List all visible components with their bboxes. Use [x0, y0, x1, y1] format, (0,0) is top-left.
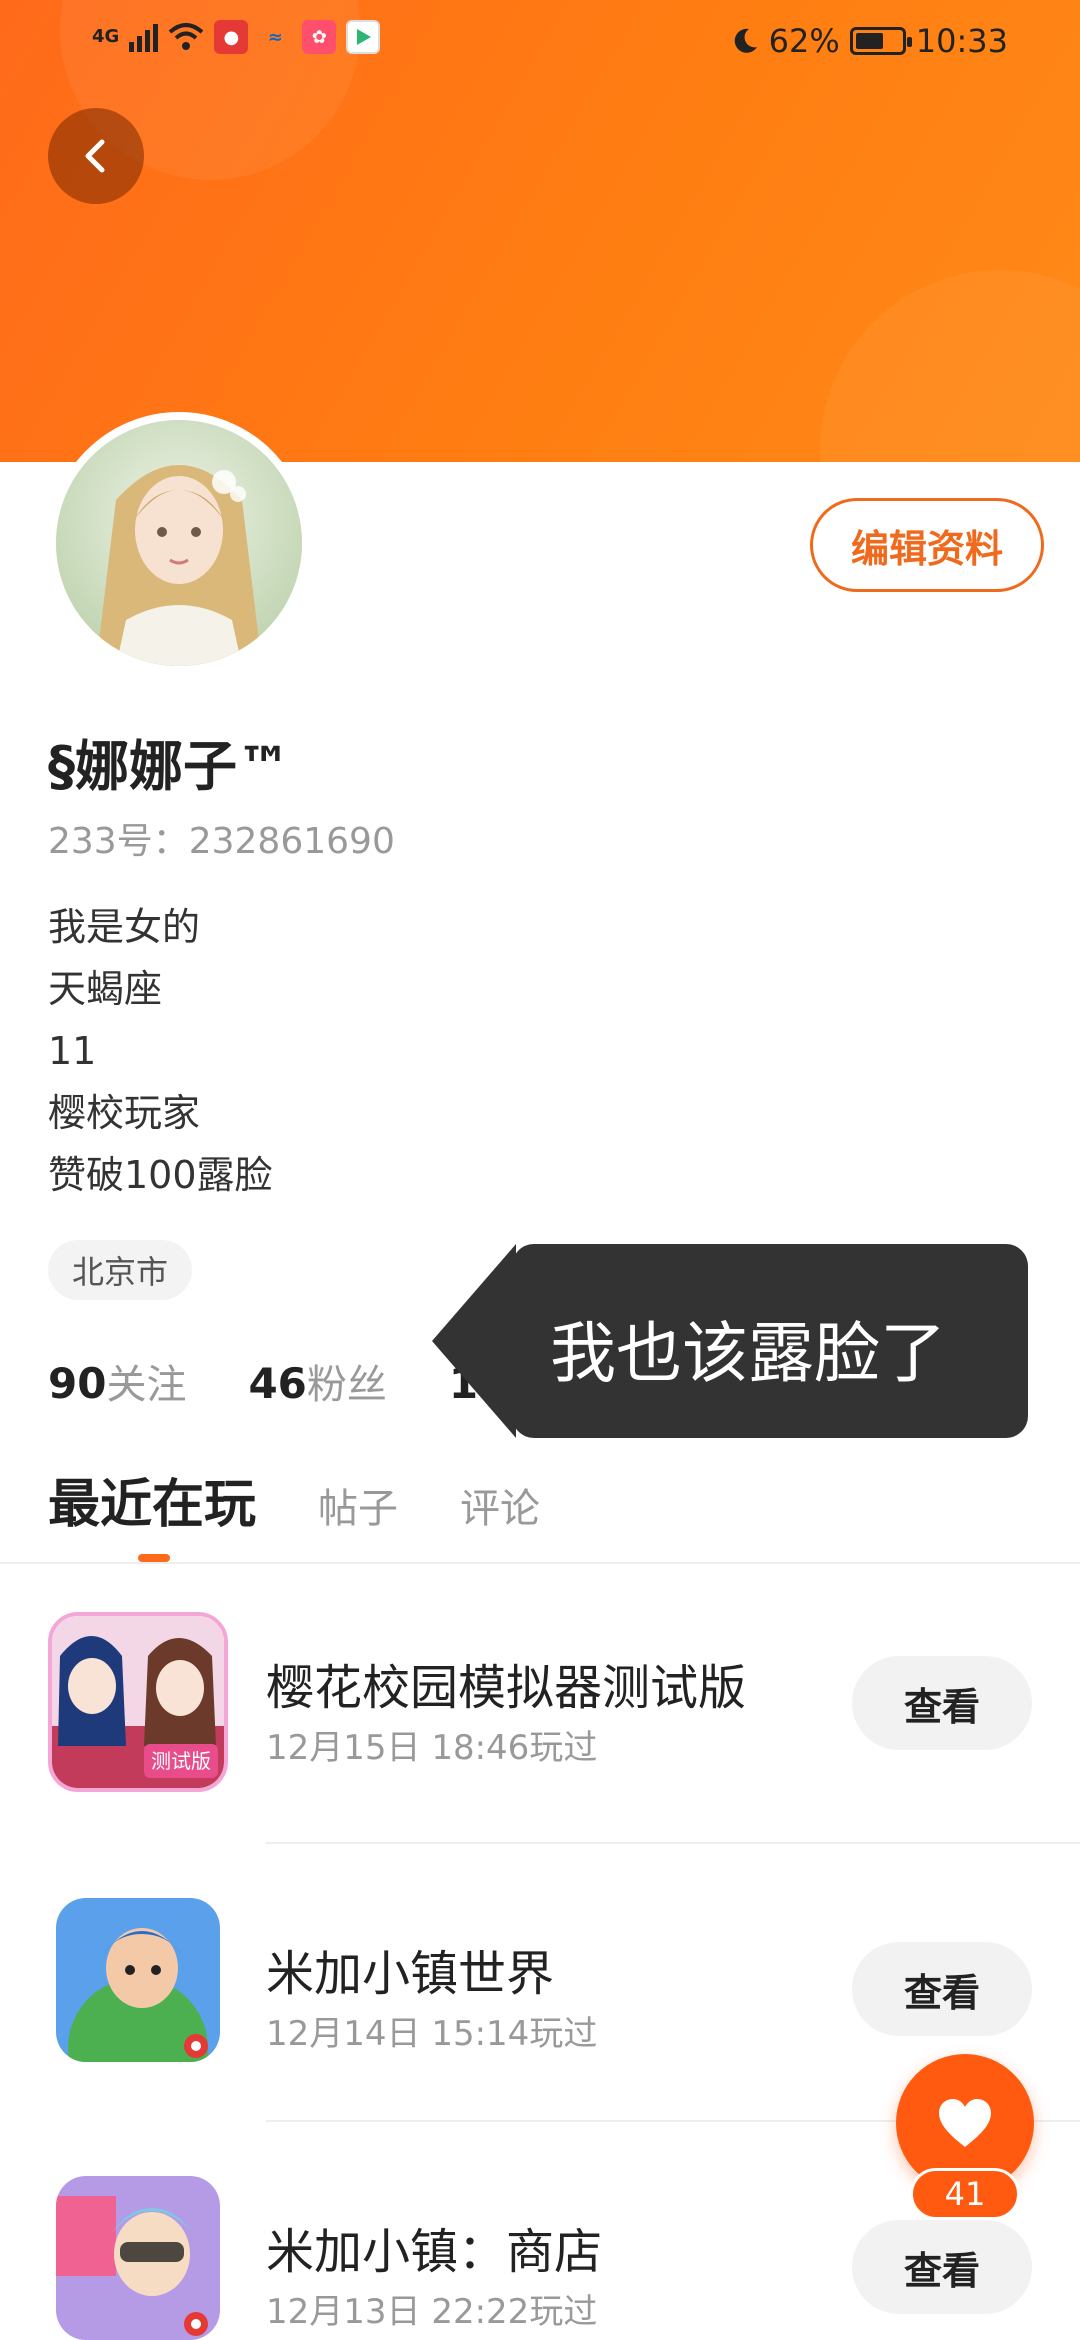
tab-comments[interactable]: 评论: [460, 1476, 540, 1534]
list-item[interactable]: 测试版 樱花校园模拟器测试版 12月15日 18:46玩过 查看: [0, 1612, 1080, 1890]
battery-icon: [849, 27, 912, 55]
username: §娜娜子™: [48, 735, 291, 798]
status-left: 4G ● ≈ ✿: [92, 20, 381, 54]
location-tag: 北京市: [48, 1240, 193, 1300]
game-icon: [56, 2176, 220, 2340]
user-id-label: 233号：: [48, 821, 189, 862]
app-icon: ✿: [302, 20, 337, 54]
status-bar: 4G ● ≈ ✿ 62% 10:33: [0, 0, 1080, 86]
user-id-value: 232861690: [188, 821, 395, 862]
divider: [0, 1562, 1080, 1564]
battery-percent: 62%: [768, 22, 840, 60]
status-right: 62% 10:33: [731, 22, 1008, 60]
bio: 我是女的 天蝎座 11 樱校玩家 赞破100露脸: [48, 896, 273, 1206]
fans-label: 粉丝: [306, 1362, 387, 1408]
bio-line: 11: [48, 1029, 97, 1073]
content-tabs: 最近在玩 帖子 评论: [48, 1462, 540, 1537]
game-icon: [56, 1898, 220, 2062]
bio-line: 天蝎座: [48, 967, 163, 1011]
mic-icon: ●: [214, 20, 249, 54]
banner-decoration: [820, 270, 1080, 462]
view-button[interactable]: 查看: [852, 1942, 1032, 2036]
following-stat[interactable]: 90关注: [48, 1352, 186, 1410]
bio-line: 我是女的: [48, 905, 201, 949]
toast-bubble: 我也该露脸了: [432, 1244, 1028, 1438]
following-count: 90: [48, 1359, 107, 1408]
battery-level: [855, 33, 884, 49]
game-played-time: 12月13日 22:22玩过: [266, 2292, 598, 2332]
avatar[interactable]: [48, 412, 310, 674]
following-label: 关注: [106, 1362, 187, 1408]
wifi-icon: [168, 23, 204, 50]
network-type: 4G: [92, 26, 120, 47]
game-played-time: 12月15日 18:46玩过: [266, 1728, 598, 1768]
chevron-left-icon: [85, 139, 105, 173]
game-icon-badge: 测试版: [151, 1749, 211, 1773]
game-icon: 测试版: [48, 1612, 228, 1792]
tab-recent-played[interactable]: 最近在玩: [48, 1462, 256, 1537]
clock: 10:33: [915, 22, 1008, 60]
bio-line: 樱校玩家: [48, 1091, 201, 1135]
toast-arrow: [432, 1244, 516, 1438]
play-icon: [346, 20, 381, 54]
game-played-time: 12月14日 15:14玩过: [266, 2014, 598, 2054]
tab-posts[interactable]: 帖子: [318, 1476, 398, 1534]
like-count-badge: 41: [910, 2168, 1020, 2220]
view-button[interactable]: 查看: [852, 2220, 1032, 2314]
game-title: 米加小镇：商店: [266, 2224, 603, 2280]
divider: [266, 1842, 1080, 1844]
game-title: 米加小镇世界: [266, 1946, 555, 2002]
user-id: 233号：232861690: [48, 812, 395, 864]
app-icon: ≈: [267, 26, 283, 48]
game-title: 樱花校园模拟器测试版: [266, 1660, 747, 1716]
active-tab-indicator: [138, 1554, 170, 1562]
back-button[interactable]: [48, 108, 144, 204]
fans-count: 46: [248, 1359, 307, 1408]
bio-line: 赞破100露脸: [48, 1153, 273, 1197]
edit-profile-button[interactable]: 编辑资料: [810, 498, 1044, 592]
toast-text: 我也该露脸了: [550, 1315, 946, 1392]
moon-icon: [734, 28, 757, 53]
signal-icon: [129, 22, 159, 52]
fans-stat[interactable]: 46粉丝: [248, 1352, 386, 1410]
avatar-image: [56, 420, 302, 666]
view-button[interactable]: 查看: [852, 1656, 1032, 1750]
heart-icon: [939, 2099, 991, 2147]
